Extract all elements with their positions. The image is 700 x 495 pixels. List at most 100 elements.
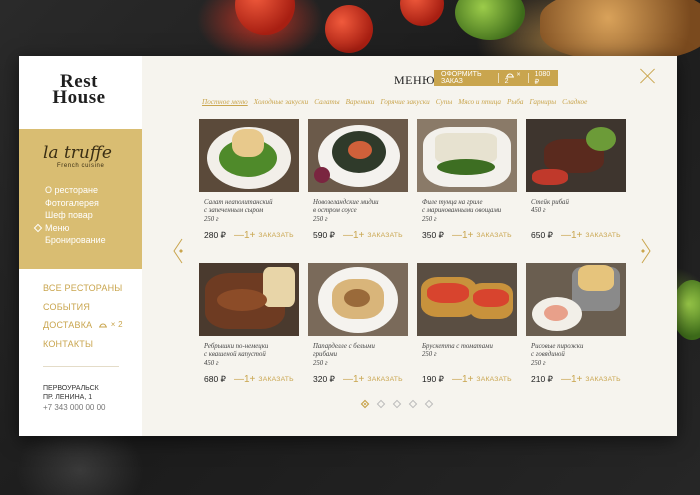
phone-number[interactable]: +7 343 000 00 00 bbox=[43, 403, 106, 412]
quantity-stepper[interactable]: —1+ bbox=[452, 230, 473, 241]
dish-photo[interactable] bbox=[417, 263, 517, 336]
dish-price: 590 ₽ bbox=[313, 230, 335, 240]
dish-price: 350 ₽ bbox=[422, 230, 444, 240]
restaurant-nav-item[interactable]: Фотогалерея bbox=[45, 197, 106, 210]
dish-name: Салат неаполитанский с запеченным сыром bbox=[204, 199, 273, 214]
cart-total: 1080 ₽ bbox=[534, 70, 551, 86]
quantity-stepper[interactable]: —1+ bbox=[561, 230, 582, 241]
cart-icon bbox=[505, 73, 514, 78]
dish-weight: 250 г bbox=[313, 216, 328, 223]
tab-desserts[interactable]: Сладкое bbox=[562, 98, 587, 106]
page-dot[interactable] bbox=[408, 399, 418, 409]
app-panel: Rest House la truffe French cuisine О ре… bbox=[19, 56, 677, 436]
order-button[interactable]: ЗАКАЗАТЬ bbox=[258, 232, 293, 239]
quantity-stepper[interactable]: —1+ bbox=[561, 374, 582, 385]
dish-card[interactable]: Ребрышки по-немецки с квашеной капустой 4… bbox=[199, 263, 299, 403]
checkout-button[interactable]: ОФОРМИТЬ ЗАКАЗ × 2 1080 ₽ bbox=[434, 70, 558, 86]
dish-weight: 450 г bbox=[204, 360, 219, 367]
dish-price: 190 ₽ bbox=[422, 374, 444, 384]
restaurant-nav-item-active[interactable]: Меню bbox=[33, 222, 106, 235]
dish-name: Папарделле с белыми грибами bbox=[313, 343, 375, 358]
dish-price: 320 ₽ bbox=[313, 374, 335, 384]
restaurant-nav-item[interactable]: Шеф повар bbox=[45, 209, 106, 222]
next-arrow-icon[interactable] bbox=[640, 238, 652, 264]
tab-soups[interactable]: Супы bbox=[436, 98, 452, 106]
restaurant-subtitle: French cuisine bbox=[57, 163, 105, 169]
tab-meat[interactable]: Мясо и птица bbox=[458, 98, 501, 106]
dish-photo[interactable] bbox=[308, 119, 408, 192]
page-dot[interactable] bbox=[424, 399, 434, 409]
dish-weight: 250 г bbox=[313, 360, 328, 367]
dish-photo[interactable] bbox=[199, 263, 299, 336]
category-tabs: Постное меню Холодные закуски Салаты Вар… bbox=[202, 98, 593, 106]
restaurant-nav-item[interactable]: Бронирование bbox=[45, 234, 106, 247]
dish-weight: 250 г bbox=[531, 360, 546, 367]
dish-photo[interactable] bbox=[526, 119, 626, 192]
tab-fish[interactable]: Рыба bbox=[507, 98, 523, 106]
dish-card[interactable]: Новозеландские мидии в остром соусе 250 г… bbox=[308, 119, 408, 259]
quantity-stepper[interactable]: —1+ bbox=[343, 230, 364, 241]
nav-all-restaurants[interactable]: ВСЕ РЕСТОРАНЫ bbox=[43, 279, 123, 298]
quantity-stepper[interactable]: —1+ bbox=[234, 374, 255, 385]
dish-price: 680 ₽ bbox=[204, 374, 226, 384]
dish-card[interactable]: Стейк рибай 450 г 650 ₽ —1+ ЗАКАЗАТЬ bbox=[526, 119, 626, 259]
active-bullet-icon bbox=[33, 223, 43, 232]
dish-weight: 250 г bbox=[204, 216, 219, 223]
pagination bbox=[360, 399, 434, 409]
cart-count: × 2 bbox=[504, 71, 521, 86]
brand-logo[interactable]: Rest House bbox=[39, 72, 119, 107]
page-dot-active[interactable] bbox=[360, 399, 370, 409]
delivery-cart[interactable]: × 2 bbox=[98, 316, 123, 335]
order-button[interactable]: ЗАКАЗАТЬ bbox=[585, 232, 620, 239]
background-tomato bbox=[325, 5, 373, 53]
site-nav: ВСЕ РЕСТОРАНЫ СОБЫТИЯ ДОСТАВКА × 2 КОНТА… bbox=[43, 279, 123, 353]
prev-arrow-icon[interactable] bbox=[172, 238, 184, 264]
tab-cold-starters[interactable]: Холодные закуски bbox=[254, 98, 309, 106]
dish-name: Новозеландские мидии в остром соусе bbox=[313, 199, 379, 214]
dish-card[interactable]: Рисовые пирожки с говядиной 250 г 210 ₽ —1… bbox=[526, 263, 626, 403]
order-button[interactable]: ЗАКАЗАТЬ bbox=[367, 376, 402, 383]
tab-dumplings[interactable]: Вареники bbox=[346, 98, 375, 106]
dish-name: Стейк рибай 450 г bbox=[531, 199, 569, 214]
dish-name: Ребрышки по-немецки с квашеной капустой bbox=[204, 343, 269, 358]
restaurant-nav: О ресторане Фотогалерея Шеф повар Меню Б… bbox=[33, 184, 106, 247]
dish-photo[interactable] bbox=[417, 119, 517, 192]
address: ПЕРВОУРАЛЬСК ПР. ЛЕНИНА, 1 bbox=[43, 385, 99, 401]
restaurant-logo: la truffe bbox=[43, 143, 112, 163]
page-dot[interactable] bbox=[392, 399, 402, 409]
order-button[interactable]: ЗАКАЗАТЬ bbox=[585, 376, 620, 383]
nav-contacts[interactable]: КОНТАКТЫ bbox=[43, 335, 123, 354]
background-tomato bbox=[400, 0, 444, 26]
restaurant-nav-item[interactable]: О ресторане bbox=[45, 184, 106, 197]
order-button[interactable]: ЗАКАЗАТЬ bbox=[476, 376, 511, 383]
nav-delivery[interactable]: ДОСТАВКА × 2 bbox=[43, 316, 123, 335]
quantity-stepper[interactable]: —1+ bbox=[343, 374, 364, 385]
dish-price: 650 ₽ bbox=[531, 230, 553, 240]
dish-photo[interactable] bbox=[199, 119, 299, 192]
dish-name: Филе тунца на гриле с маринованными овоща… bbox=[422, 199, 502, 214]
dish-photo[interactable] bbox=[526, 263, 626, 336]
order-button[interactable]: ЗАКАЗАТЬ bbox=[258, 376, 293, 383]
background-meat bbox=[540, 0, 700, 60]
order-button[interactable]: ЗАКАЗАТЬ bbox=[476, 232, 511, 239]
dish-photo[interactable] bbox=[308, 263, 408, 336]
close-icon[interactable] bbox=[640, 68, 656, 84]
quantity-stepper[interactable]: —1+ bbox=[234, 230, 255, 241]
tab-sides[interactable]: Гарниры bbox=[529, 98, 556, 106]
tab-salads[interactable]: Салаты bbox=[314, 98, 339, 106]
menu-main: МЕНЮ ОФОРМИТЬ ЗАКАЗ × 2 1080 ₽ Постное м… bbox=[142, 56, 677, 436]
divider bbox=[43, 366, 119, 367]
order-button[interactable]: ЗАКАЗАТЬ bbox=[367, 232, 402, 239]
background-tomato bbox=[235, 0, 295, 35]
dish-card[interactable]: Брускетта с томатами 250 г 190 ₽ —1+ ЗАКАЗА… bbox=[417, 263, 517, 403]
quantity-stepper[interactable]: —1+ bbox=[452, 374, 473, 385]
dish-card[interactable]: Салат неаполитанский с запеченным сыром 2… bbox=[199, 119, 299, 259]
dish-card[interactable]: Папарделле с белыми грибами 250 г 320 ₽ —1… bbox=[308, 263, 408, 403]
dish-price: 280 ₽ bbox=[204, 230, 226, 240]
page-dot[interactable] bbox=[376, 399, 386, 409]
dish-card[interactable]: Филе тунца на гриле с маринованными овоща… bbox=[417, 119, 517, 259]
tab-lenten[interactable]: Постное меню bbox=[202, 98, 248, 106]
page-title: МЕНЮ bbox=[394, 73, 435, 87]
nav-events[interactable]: СОБЫТИЯ bbox=[43, 298, 123, 317]
tab-hot-starters[interactable]: Горячие закуски bbox=[380, 98, 429, 106]
